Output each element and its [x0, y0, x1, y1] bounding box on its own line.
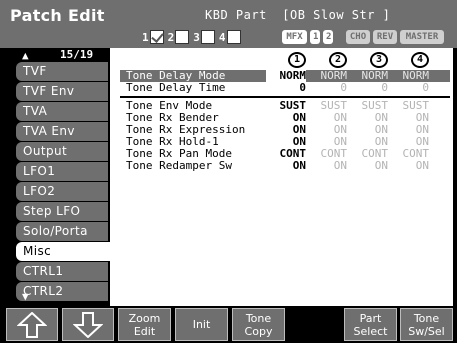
tone-switch-2[interactable]: 2 — [168, 30, 190, 44]
tone-sw-sel-button[interactable]: Tone Sw/Sel — [400, 308, 453, 341]
part-select-button[interactable]: Part Select — [344, 308, 397, 341]
sidebar-item-step-lfo[interactable]: Step LFO — [16, 202, 108, 221]
part-name-label: KBD Part [OB Slow Str ] — [205, 8, 391, 22]
sidebar-item-lfo1[interactable]: LFO1 — [16, 162, 108, 181]
tone-switches: 1 2 3 4 — [142, 29, 245, 45]
sidebar-item-tva[interactable]: TVA — [16, 102, 108, 121]
tone-switch-number: 2 — [167, 30, 175, 44]
mfx-badge: MFX — [282, 30, 307, 44]
tone-1-header: 1 — [288, 52, 306, 68]
function-button-bar: Zoom Edit Init Tone Copy Part Select Ton… — [0, 306, 457, 343]
down-arrow-icon — [73, 311, 103, 338]
param-row-tone-redamper-sw[interactable]: Tone Redamper Sw ON ON ON ON — [120, 160, 450, 172]
button-label-line: Select — [353, 324, 388, 338]
tone-switch-checkbox[interactable] — [200, 30, 215, 44]
param-row-tone-delay-time[interactable]: Tone Delay Time 0 0 0 0 — [120, 82, 450, 94]
button-label: Init — [192, 318, 211, 331]
zoom-edit-button[interactable]: Zoom Edit — [118, 308, 171, 341]
param-label: Tone Redamper Sw — [126, 159, 232, 172]
cursor-up-button[interactable] — [6, 308, 58, 341]
group-divider — [120, 94, 450, 98]
sidebar-item-output[interactable]: Output — [16, 142, 108, 161]
sidebar-item-misc[interactable]: Misc — [16, 242, 110, 261]
init-button[interactable]: Init — [175, 308, 228, 341]
parameter-table: Tone Delay Mode NORM NORM NORM NORM Tone… — [120, 70, 450, 172]
mfx-1-badge: 1 — [310, 30, 320, 44]
page-count: 15/19 — [60, 48, 94, 61]
param-label: Tone Delay Time — [126, 81, 226, 94]
tone-switch-number: 3 — [193, 30, 200, 44]
sidebar-item-tva-env[interactable]: TVA Env — [16, 122, 108, 141]
button-label-line: Part — [359, 311, 382, 325]
sidebar-item-tvf-env[interactable]: TVF Env — [16, 82, 108, 101]
button-label-line: Zoom — [128, 311, 161, 325]
sidebar-item-lfo2[interactable]: LFO2 — [16, 182, 108, 201]
tone-1-value[interactable]: ON — [266, 160, 306, 172]
screen: Patch Edit KBD Part [OB Slow Str ] 1 2 3… — [0, 0, 457, 343]
page-title: Patch Edit — [10, 6, 105, 25]
tone-switch-number: 1 — [142, 30, 149, 44]
mfx-2-badge: 2 — [323, 30, 333, 44]
button-label-line: Edit — [133, 324, 156, 338]
tone-2-value[interactable]: 0 — [307, 82, 347, 94]
master-badge: MASTER — [400, 30, 444, 44]
button-label-line: Tone — [245, 311, 272, 325]
button-label-line: Sw/Sel — [408, 324, 445, 338]
button-label-line: Copy — [244, 324, 273, 338]
tone-3-value[interactable]: 0 — [348, 82, 388, 94]
tone-4-value[interactable]: 0 — [389, 82, 429, 94]
reverb-badge: REV — [373, 30, 397, 44]
scroll-up-indicator-icon: ▲ — [22, 49, 29, 62]
tone-3-header: 3 — [370, 52, 388, 68]
button-label-line: Tone — [413, 311, 440, 325]
tone-3-value[interactable]: ON — [348, 160, 388, 172]
chorus-badge: CHO — [346, 30, 370, 44]
page-indicator: ▲ 15/19 — [0, 48, 110, 62]
tone-switch-4[interactable]: 4 — [219, 30, 241, 44]
sidebar-item-ctrl2[interactable]: CTRL2 — [16, 282, 108, 301]
tone-switch-checkbox[interactable] — [175, 30, 190, 44]
up-arrow-icon — [17, 311, 47, 338]
sidebar-item-ctrl1[interactable]: CTRL1 — [16, 262, 108, 281]
tone-column-headers: 1 2 3 4 — [278, 52, 448, 68]
tone-switch-checkbox[interactable] — [149, 30, 164, 44]
tone-switch-3[interactable]: 3 — [193, 30, 215, 44]
cursor-down-button[interactable] — [62, 308, 114, 341]
tone-4-header: 4 — [411, 52, 429, 68]
effect-status: MFX 1 2 CHO REV MASTER — [282, 30, 444, 44]
header-bar: Patch Edit KBD Part [OB Slow Str ] 1 2 3… — [0, 0, 457, 48]
tone-2-value[interactable]: ON — [307, 160, 347, 172]
tone-copy-button[interactable]: Tone Copy — [232, 308, 285, 341]
scroll-down-indicator-icon: ▼ — [22, 290, 29, 303]
tone-switch-number: 4 — [218, 30, 226, 44]
tone-switch-checkbox[interactable] — [226, 30, 241, 44]
tone-1-value[interactable]: 0 — [266, 82, 306, 94]
tone-2-header: 2 — [329, 52, 347, 68]
sidebar: ▲ 15/19 TVF TVF Env TVA TVA Env Output L… — [0, 48, 110, 306]
parameter-panel: 1 2 3 4 Tone Delay Mode NORM NORM NORM N… — [110, 48, 453, 306]
sidebar-item-solo-porta[interactable]: Solo/Porta — [16, 222, 108, 241]
tone-4-value[interactable]: ON — [389, 160, 429, 172]
tone-switch-1[interactable]: 1 — [142, 30, 164, 44]
sidebar-item-tvf[interactable]: TVF — [16, 62, 108, 81]
